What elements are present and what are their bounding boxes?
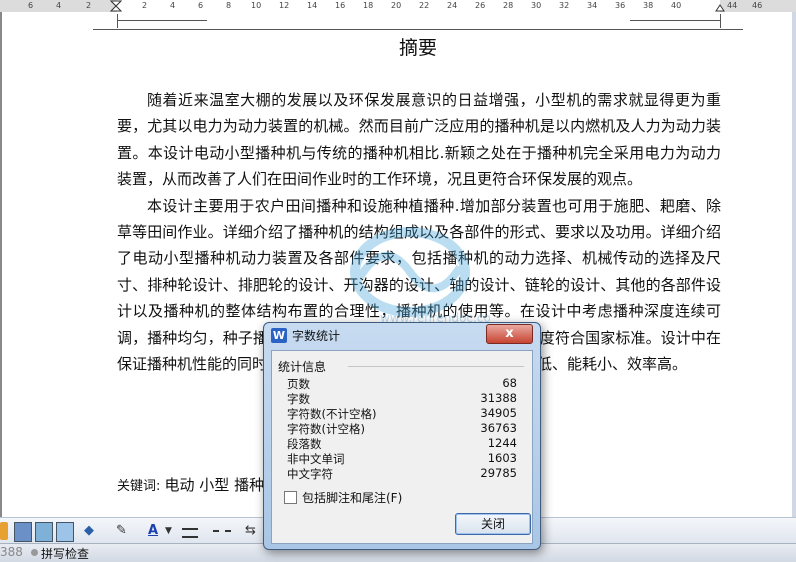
stat-value: 1603 bbox=[487, 451, 517, 465]
header-separator-line bbox=[93, 29, 743, 30]
stat-label: 非中文单词 bbox=[287, 452, 345, 466]
right-indent-icon[interactable] bbox=[715, 2, 725, 12]
stat-label: 字符数(不计空格) bbox=[287, 407, 377, 421]
stat-value: 36763 bbox=[480, 421, 517, 435]
paragraph: 随着近来温室大棚的发展以及环保发展意识的日益增强，小型机的需求就显得更为重要，尤… bbox=[117, 91, 721, 189]
stat-value: 31388 bbox=[480, 391, 517, 405]
stat-row-chars-with-spaces: 字符数(计空格) 36763 bbox=[287, 421, 517, 436]
ruler-number: 38 bbox=[643, 1, 654, 10]
spellcheck-status[interactable]: 拼写检查 bbox=[41, 545, 89, 562]
ruler-number: 32 bbox=[559, 1, 570, 10]
stat-row-chars-no-spaces: 字符数(不计空格) 34905 bbox=[287, 406, 517, 421]
dialog-title: 字数统计 bbox=[292, 329, 341, 343]
stat-value: 1244 bbox=[487, 436, 517, 450]
dialog-content: 统计信息 页数 68 字数 31388 字符数(不计空格) 34905 字符数(… bbox=[271, 350, 533, 544]
statistics-group-label: 统计信息 bbox=[278, 360, 327, 374]
fill-color-icon[interactable]: ◆ bbox=[84, 522, 102, 540]
group-divider bbox=[348, 366, 524, 367]
keywords-value: 电动 小型 播种机 bbox=[164, 476, 280, 494]
crop-mark-top-left bbox=[117, 20, 207, 22]
stat-value: 29785 bbox=[480, 466, 517, 480]
font-color-icon[interactable]: A bbox=[148, 522, 162, 540]
chevron-down-icon[interactable]: ▼ bbox=[165, 522, 172, 540]
ruler-number: 12 bbox=[279, 1, 290, 10]
ruler-number: 2 bbox=[86, 1, 92, 10]
insert-picture-icon[interactable] bbox=[35, 522, 53, 542]
stat-row-chinese-chars: 中文字符 29785 bbox=[287, 466, 517, 481]
stat-row-words: 字数 31388 bbox=[287, 391, 517, 406]
include-footnotes-checkbox[interactable] bbox=[284, 491, 297, 504]
spellcheck-status-icon bbox=[31, 549, 38, 556]
ruler-number: 28 bbox=[503, 1, 514, 10]
stat-row-non-chinese-words: 非中文单词 1603 bbox=[287, 451, 517, 466]
stat-value: 34905 bbox=[480, 406, 517, 420]
word-count-dialog: W 字数统计 x 统计信息 页数 68 字数 31388 字符数(不计空格) 3… bbox=[263, 322, 541, 550]
status-word-count[interactable]: 388 bbox=[0, 545, 23, 559]
stat-label: 段落数 bbox=[287, 437, 322, 451]
ruler-number: 4 bbox=[170, 1, 176, 10]
insert-textbox-icon[interactable] bbox=[56, 522, 74, 542]
include-footnotes-label[interactable]: 包括脚注和尾注(F) bbox=[302, 489, 402, 506]
stat-row-pages: 页数 68 bbox=[287, 376, 517, 391]
stat-label: 字数 bbox=[287, 392, 310, 406]
close-button[interactable]: 关闭 bbox=[455, 513, 531, 535]
document-title: 摘要 bbox=[398, 37, 437, 59]
ruler-number: 26 bbox=[475, 1, 486, 10]
crop-mark-top-right bbox=[630, 20, 720, 22]
stat-label: 字符数(计空格) bbox=[287, 422, 365, 436]
line-style-icon[interactable] bbox=[182, 528, 198, 538]
page-left-border bbox=[0, 12, 2, 517]
ruler-number: 4 bbox=[56, 1, 62, 10]
ruler-number: 44 bbox=[727, 1, 738, 10]
ruler-number: 8 bbox=[226, 1, 232, 10]
vertical-scrollbar-edge[interactable] bbox=[792, 12, 796, 517]
ruler-number: 46 bbox=[752, 1, 763, 10]
first-line-indent-icon[interactable] bbox=[110, 0, 122, 12]
ruler-number: 6 bbox=[28, 1, 34, 10]
ruler-number: 14 bbox=[307, 1, 318, 10]
dash-style-icon[interactable] bbox=[213, 530, 231, 536]
stat-value: 68 bbox=[502, 376, 517, 390]
ruler-number: 24 bbox=[447, 1, 458, 10]
arrow-style-icon[interactable]: ⇆ bbox=[245, 522, 256, 540]
line-color-icon[interactable]: ✎ bbox=[116, 522, 134, 540]
ruler-number: 16 bbox=[335, 1, 346, 10]
stat-row-paragraphs: 段落数 1244 bbox=[287, 436, 517, 451]
keywords-label: 关键词: bbox=[117, 479, 161, 494]
ruler-number: 30 bbox=[531, 1, 542, 10]
toolbar-handle-icon[interactable] bbox=[0, 522, 8, 540]
ruler-number: 2 bbox=[142, 1, 148, 10]
ruler-number: 22 bbox=[419, 1, 430, 10]
watermark-logo: www.renrendoc.com bbox=[350, 227, 490, 325]
ruler-number: 6 bbox=[198, 1, 204, 10]
close-icon[interactable]: x bbox=[486, 324, 533, 344]
stat-label: 中文字符 bbox=[287, 467, 333, 481]
app-logo-icon: W bbox=[271, 328, 287, 343]
insert-chart-icon[interactable] bbox=[14, 522, 32, 542]
ruler-number: 10 bbox=[251, 1, 262, 10]
ruler-number: 20 bbox=[391, 1, 402, 10]
ruler-number: 34 bbox=[587, 1, 598, 10]
ruler-number: 18 bbox=[363, 1, 374, 10]
crop-mark-right bbox=[720, 14, 722, 28]
ruler-number: 40 bbox=[671, 1, 682, 10]
ruler-number: 36 bbox=[615, 1, 626, 10]
stat-label: 页数 bbox=[287, 377, 310, 391]
keywords-line: 关键词: 电动 小型 播种机 bbox=[117, 474, 279, 495]
